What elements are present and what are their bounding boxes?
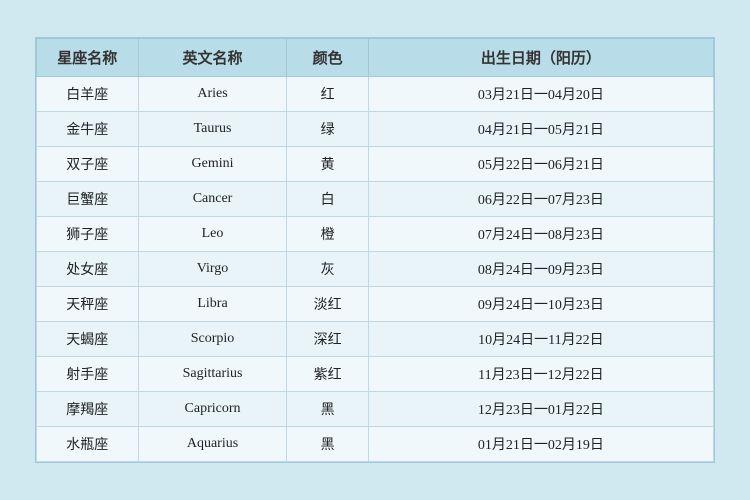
header-chinese: 星座名称 (37, 39, 139, 77)
cell-english: Leo (138, 217, 287, 252)
cell-english: Sagittarius (138, 357, 287, 392)
cell-dates: 12月23日一01月22日 (368, 392, 713, 427)
cell-chinese: 处女座 (37, 252, 139, 287)
table-row: 金牛座Taurus绿04月21日一05月21日 (37, 112, 714, 147)
cell-color: 淡红 (287, 287, 368, 322)
cell-english: Aquarius (138, 427, 287, 462)
header-date: 出生日期（阳历） (368, 39, 713, 77)
cell-color: 白 (287, 182, 368, 217)
cell-color: 深红 (287, 322, 368, 357)
table-row: 处女座Virgo灰08月24日一09月23日 (37, 252, 714, 287)
cell-chinese: 狮子座 (37, 217, 139, 252)
cell-chinese: 巨蟹座 (37, 182, 139, 217)
cell-chinese: 射手座 (37, 357, 139, 392)
cell-color: 绿 (287, 112, 368, 147)
header-english: 英文名称 (138, 39, 287, 77)
table-row: 水瓶座Aquarius黑01月21日一02月19日 (37, 427, 714, 462)
cell-dates: 09月24日一10月23日 (368, 287, 713, 322)
cell-dates: 03月21日一04月20日 (368, 77, 713, 112)
table-header-row: 星座名称 英文名称 颜色 出生日期（阳历） (37, 39, 714, 77)
zodiac-table-container: 星座名称 英文名称 颜色 出生日期（阳历） 白羊座Aries红03月21日一04… (35, 37, 715, 463)
cell-english: Aries (138, 77, 287, 112)
table-row: 双子座Gemini黄05月22日一06月21日 (37, 147, 714, 182)
cell-dates: 06月22日一07月23日 (368, 182, 713, 217)
table-row: 射手座Sagittarius紫红11月23日一12月22日 (37, 357, 714, 392)
cell-english: Libra (138, 287, 287, 322)
cell-dates: 11月23日一12月22日 (368, 357, 713, 392)
cell-english: Virgo (138, 252, 287, 287)
cell-chinese: 天秤座 (37, 287, 139, 322)
cell-dates: 04月21日一05月21日 (368, 112, 713, 147)
cell-english: Cancer (138, 182, 287, 217)
cell-english: Gemini (138, 147, 287, 182)
table-row: 天蝎座Scorpio深红10月24日一11月22日 (37, 322, 714, 357)
table-row: 白羊座Aries红03月21日一04月20日 (37, 77, 714, 112)
table-row: 狮子座Leo橙07月24日一08月23日 (37, 217, 714, 252)
cell-color: 黑 (287, 392, 368, 427)
cell-color: 紫红 (287, 357, 368, 392)
cell-chinese: 白羊座 (37, 77, 139, 112)
cell-chinese: 水瓶座 (37, 427, 139, 462)
cell-dates: 07月24日一08月23日 (368, 217, 713, 252)
cell-dates: 10月24日一11月22日 (368, 322, 713, 357)
zodiac-table: 星座名称 英文名称 颜色 出生日期（阳历） 白羊座Aries红03月21日一04… (36, 38, 714, 462)
cell-chinese: 摩羯座 (37, 392, 139, 427)
header-color: 颜色 (287, 39, 368, 77)
cell-color: 橙 (287, 217, 368, 252)
table-row: 摩羯座Capricorn黑12月23日一01月22日 (37, 392, 714, 427)
cell-color: 红 (287, 77, 368, 112)
cell-color: 黑 (287, 427, 368, 462)
cell-english: Scorpio (138, 322, 287, 357)
cell-chinese: 双子座 (37, 147, 139, 182)
cell-dates: 05月22日一06月21日 (368, 147, 713, 182)
cell-color: 黄 (287, 147, 368, 182)
cell-chinese: 天蝎座 (37, 322, 139, 357)
cell-color: 灰 (287, 252, 368, 287)
cell-dates: 08月24日一09月23日 (368, 252, 713, 287)
cell-chinese: 金牛座 (37, 112, 139, 147)
cell-dates: 01月21日一02月19日 (368, 427, 713, 462)
cell-english: Capricorn (138, 392, 287, 427)
table-row: 巨蟹座Cancer白06月22日一07月23日 (37, 182, 714, 217)
cell-english: Taurus (138, 112, 287, 147)
table-row: 天秤座Libra淡红09月24日一10月23日 (37, 287, 714, 322)
